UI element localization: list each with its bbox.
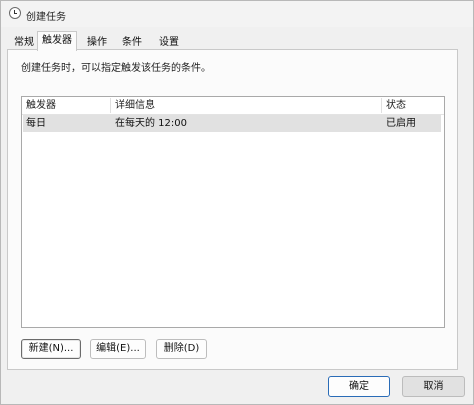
details-cell: 在每天的 12:00 (115, 118, 187, 129)
trigger-cell: 每日 (26, 118, 46, 129)
column-header-status[interactable]: 状态 (382, 97, 442, 114)
status-cell: 已启用 (386, 118, 416, 129)
triggers-panel: 创建任务时，可以指定触发该任务的条件。 触发器 详细信息 状态 每日 在每天的 … (7, 49, 458, 370)
new-trigger-button[interactable]: 新建(N)... (21, 339, 81, 359)
tab-triggers[interactable]: 触发器 (37, 31, 77, 51)
triggers-description: 创建任务时，可以指定触发该任务的条件。 (21, 63, 211, 74)
tab-conditions[interactable]: 条件 (117, 34, 147, 50)
title-bar: 创建任务 (1, 1, 473, 27)
list-header: 触发器 详细信息 状态 (22, 97, 444, 115)
triggers-list[interactable]: 触发器 详细信息 状态 每日 在每天的 12:00 已启用 (21, 96, 445, 328)
table-row[interactable]: 每日 在每天的 12:00 已启用 (23, 115, 441, 132)
cancel-button[interactable]: 取消 (402, 376, 465, 397)
tab-actions[interactable]: 操作 (82, 34, 112, 50)
edit-trigger-button[interactable]: 编辑(E)... (90, 339, 146, 359)
delete-trigger-button[interactable]: 删除(D) (156, 339, 207, 359)
clock-icon (9, 7, 21, 19)
tab-general[interactable]: 常规 (9, 34, 39, 50)
tab-settings[interactable]: 设置 (154, 34, 184, 50)
ok-button[interactable]: 确定 (328, 376, 390, 397)
window-title: 创建任务 (26, 12, 66, 23)
create-task-dialog: 创建任务 常规 触发器 操作 条件 设置 创建任务时，可以指定触发该任务的条件。… (0, 0, 474, 405)
column-header-details[interactable]: 详细信息 (111, 97, 381, 114)
column-header-trigger[interactable]: 触发器 (22, 97, 110, 114)
